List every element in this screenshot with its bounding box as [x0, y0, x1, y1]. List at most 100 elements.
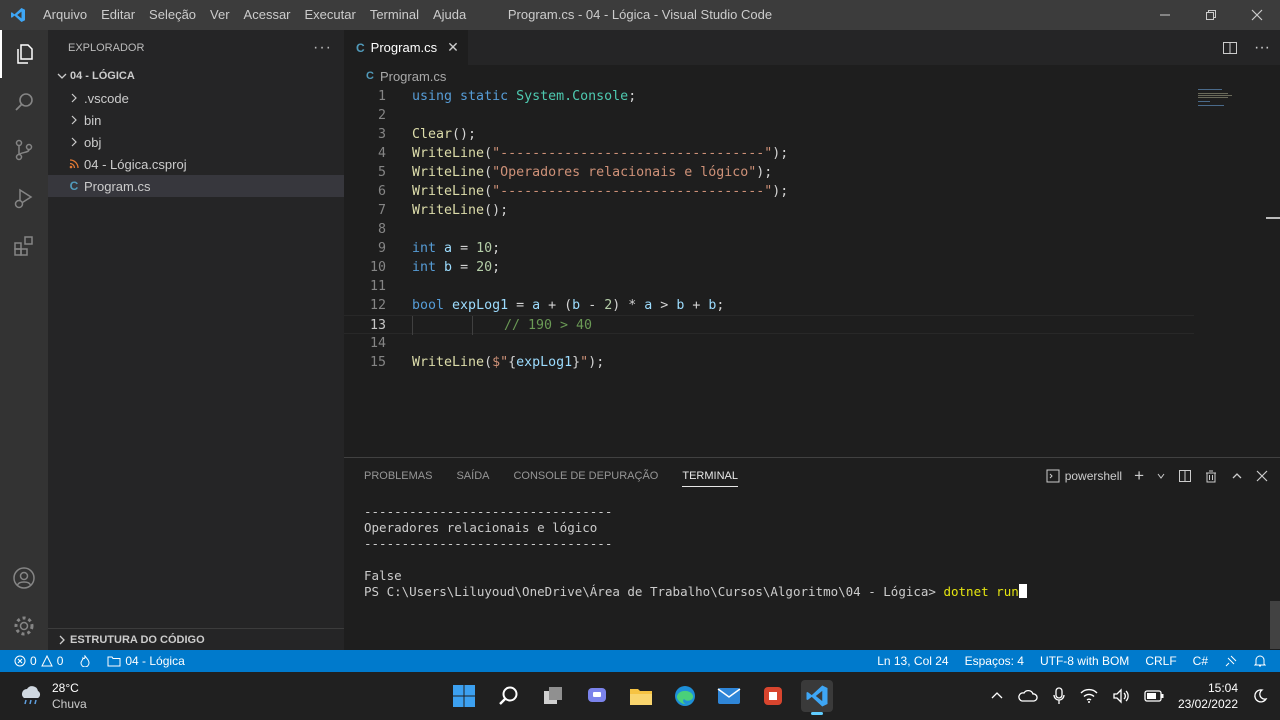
- menu-executar[interactable]: Executar: [298, 0, 363, 30]
- explorer-button[interactable]: [0, 30, 48, 78]
- tab-debug-console[interactable]: CONSOLE DE DEPURAÇÃO: [513, 470, 658, 482]
- new-terminal-icon[interactable]: +: [1134, 466, 1144, 486]
- omnisharp-status[interactable]: [71, 650, 99, 672]
- code-line: 2: [377, 108, 386, 123]
- vscode-taskbar-button[interactable]: [801, 680, 833, 715]
- gear-icon: [14, 616, 34, 636]
- onedrive-cloud-icon[interactable]: [1018, 688, 1038, 704]
- split-terminal-icon[interactable]: [1178, 469, 1192, 483]
- start-button[interactable]: [448, 680, 480, 712]
- file-explorer-button[interactable]: [625, 680, 657, 712]
- chevron-down-icon[interactable]: [1156, 471, 1166, 481]
- tree-item-label: .vscode: [84, 90, 129, 106]
- tree-item-label: 04 - Lógica.csproj: [84, 156, 187, 172]
- minimize-icon: [1160, 14, 1170, 16]
- extensions-button[interactable]: [0, 222, 48, 270]
- menu-ajuda[interactable]: Ajuda: [426, 0, 473, 30]
- panel-tabs: PROBLEMAS SAÍDA CONSOLE DE DEPURAÇÃO TER…: [364, 458, 738, 494]
- chevron-right-icon: [59, 635, 65, 644]
- code-editor[interactable]: 1 using static System.Console; 2 3 Clear()…: [344, 87, 1194, 457]
- microphone-icon[interactable]: [1052, 687, 1066, 705]
- panel-scrollbar[interactable]: [1270, 601, 1280, 649]
- menu-terminal[interactable]: Terminal: [363, 0, 426, 30]
- encoding[interactable]: UTF-8 with BOM: [1032, 650, 1137, 672]
- menu-arquivo[interactable]: Arquivo: [36, 0, 94, 30]
- chevron-up-icon[interactable]: [1230, 469, 1244, 483]
- csharp-file-icon: C: [366, 70, 374, 82]
- tab-problems[interactable]: PROBLEMAS: [364, 470, 432, 482]
- outline-section[interactable]: ESTRUTURA DO CÓDIGO: [48, 628, 344, 650]
- do-not-disturb-icon[interactable]: [1252, 688, 1268, 704]
- more-actions-icon[interactable]: ···: [1254, 39, 1270, 57]
- terminal-output[interactable]: --------------------------------- Operad…: [364, 504, 1027, 600]
- project-status[interactable]: 04 - Lógica: [99, 650, 192, 672]
- code-line: 14: [369, 336, 386, 351]
- minimap[interactable]: [1194, 87, 1266, 457]
- code-line: 15 WriteLine($"{expLog1}");: [369, 355, 605, 370]
- problems-status[interactable]: 0 0: [0, 650, 71, 672]
- tree-item-vscode[interactable]: .vscode: [48, 87, 344, 109]
- task-view-button[interactable]: [537, 680, 569, 712]
- taskbar-search-button[interactable]: [492, 680, 524, 712]
- chevron-right-icon: [66, 137, 82, 147]
- weather-condition: Chuva: [52, 697, 87, 711]
- weather-widget[interactable]: 28°C Chuva: [18, 680, 87, 712]
- chevron-right-icon: [66, 93, 82, 103]
- tree-item-csproj[interactable]: 04 - Lógica.csproj: [48, 153, 344, 175]
- tree-item-obj[interactable]: obj: [48, 131, 344, 153]
- menu-ver[interactable]: Ver: [203, 0, 237, 30]
- bell-icon: [1254, 655, 1266, 667]
- restore-button[interactable]: [1188, 0, 1234, 30]
- cursor-position[interactable]: Ln 13, Col 24: [869, 650, 956, 672]
- workspace-folder[interactable]: 04 - LÓGICA: [48, 65, 344, 87]
- tab-program-cs[interactable]: C Program.cs ✕: [344, 30, 468, 65]
- trash-icon[interactable]: [1204, 469, 1218, 483]
- task-view-icon: [544, 687, 562, 704]
- tree-item-bin[interactable]: bin: [48, 109, 344, 131]
- split-editor-icon[interactable]: [1222, 40, 1238, 56]
- source-control-button[interactable]: [0, 126, 48, 174]
- edge-button[interactable]: [669, 680, 701, 712]
- wifi-icon[interactable]: [1080, 688, 1098, 704]
- end-of-line[interactable]: CRLF: [1137, 650, 1184, 672]
- close-window-button[interactable]: [1234, 0, 1280, 30]
- feedback-button[interactable]: [1216, 650, 1246, 672]
- chat-button[interactable]: [581, 680, 613, 712]
- menu-acessar[interactable]: Acessar: [237, 0, 298, 30]
- manage-button[interactable]: [0, 602, 48, 650]
- search-button[interactable]: [0, 78, 48, 126]
- breadcrumb: C Program.cs: [344, 65, 1280, 87]
- more-actions-icon[interactable]: ···: [313, 39, 332, 57]
- mail-icon: [717, 688, 741, 704]
- language-mode[interactable]: C#: [1185, 650, 1216, 672]
- code-line: 5 WriteLine("Operadores relacionais e lóg…: [377, 165, 773, 180]
- terminal-shell-selector[interactable]: powershell: [1046, 469, 1122, 483]
- minimize-button[interactable]: [1142, 0, 1188, 30]
- explorer-sidebar: EXPLORADOR ··· 04 - LÓGICA .vscode bin o…: [48, 30, 344, 650]
- accounts-button[interactable]: [0, 554, 48, 602]
- editor-tabs: C Program.cs ✕ ···: [344, 30, 1280, 65]
- office-button[interactable]: [757, 680, 789, 712]
- breadcrumb-file[interactable]: Program.cs: [380, 69, 446, 84]
- bottom-panel: PROBLEMAS SAÍDA CONSOLE DE DEPURAÇÃO TER…: [344, 457, 1280, 650]
- clock[interactable]: 15:04 23/02/2022: [1178, 680, 1238, 712]
- menu-editar[interactable]: Editar: [94, 0, 142, 30]
- menu-selecao[interactable]: Seleção: [142, 0, 203, 30]
- panel-actions: powershell +: [1046, 458, 1268, 494]
- speaker-icon[interactable]: [1112, 688, 1130, 704]
- warning-count: 0: [56, 654, 64, 668]
- close-tab-icon[interactable]: ✕: [447, 39, 459, 56]
- tree-item-program-cs[interactable]: C Program.cs: [48, 175, 344, 197]
- code-line: 12 bool expLog1 = a + (b - 2) * a > b + b…: [369, 298, 725, 313]
- indentation[interactable]: Espaços: 4: [957, 650, 1032, 672]
- run-debug-button[interactable]: [0, 174, 48, 222]
- chevron-up-icon[interactable]: [990, 689, 1004, 703]
- close-icon[interactable]: [1256, 470, 1268, 482]
- battery-icon[interactable]: [1144, 690, 1164, 702]
- terminal-line: Operadores relacionais e lógico: [364, 520, 598, 535]
- tab-terminal[interactable]: TERMINAL: [682, 470, 738, 487]
- tab-output[interactable]: SAÍDA: [456, 470, 489, 482]
- notifications-button[interactable]: [1246, 650, 1274, 672]
- mail-button[interactable]: [713, 680, 745, 712]
